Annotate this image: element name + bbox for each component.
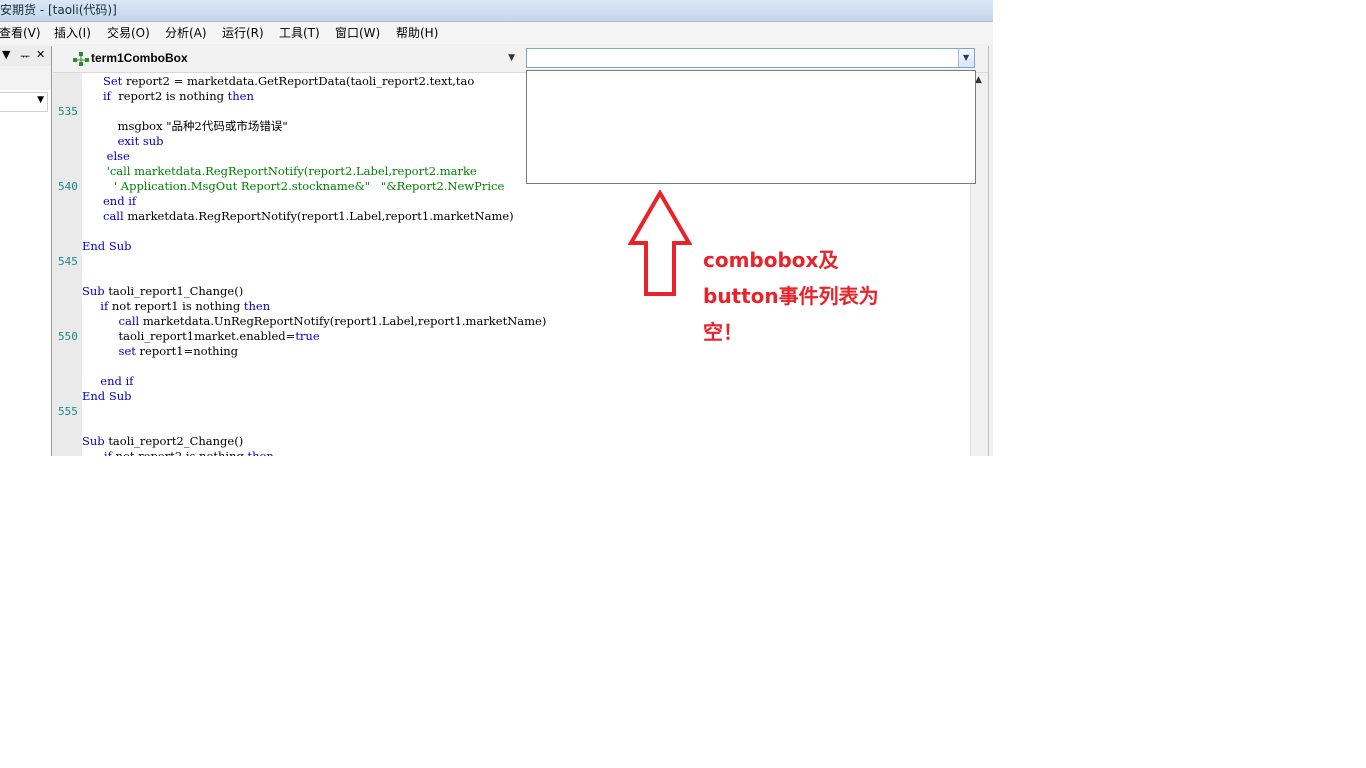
- menu-help[interactable]: 帮助(H): [394, 22, 440, 44]
- line-number: 545: [58, 255, 78, 268]
- code-token: End Sub: [82, 239, 132, 253]
- code-token: report2 is nothing: [114, 89, 228, 103]
- menu-view[interactable]: 查看(V): [0, 22, 43, 44]
- code-token: else: [103, 149, 130, 163]
- code-token: if: [82, 299, 112, 313]
- code-line: ' Application.MsgOut Report2.stockname&"…: [103, 179, 504, 194]
- annotation-line: combobox及: [703, 248, 839, 272]
- code-token: marketdata.RegReportNotify(report1.Label…: [127, 209, 514, 223]
- menu-run[interactable]: 运行(R): [220, 22, 266, 44]
- code-token: taoli_report1market.enabled=: [82, 329, 296, 343]
- procedure-combo-dropdown-button[interactable]: ▼: [958, 49, 974, 67]
- pin-icon[interactable]: ᅲ: [20, 48, 30, 64]
- left-panel: ▼ ᅲ ✕ ▼: [0, 46, 52, 456]
- code-token: not report2 is nothing: [115, 449, 248, 456]
- code-token: Sub: [82, 434, 109, 448]
- scroll-up-icon[interactable]: ▲: [975, 75, 982, 85]
- procedure-combo[interactable]: ▼: [526, 48, 975, 68]
- control-icon: [73, 52, 89, 66]
- code-token: report2 = marketdata.GetReportData(taoli…: [125, 74, 475, 88]
- object-combo[interactable]: term1ComboBox ▼: [73, 48, 518, 70]
- close-icon[interactable]: ✕: [36, 48, 45, 61]
- code-line: end if: [82, 374, 133, 389]
- code-token: taoli_report1_Change(): [108, 284, 244, 298]
- code-token: then: [247, 449, 274, 456]
- code-token: call: [103, 209, 128, 223]
- code-token: msgbox "品种2代码或市场错误": [103, 119, 288, 133]
- code-token: end if: [82, 374, 134, 388]
- panel-toolbar: [0, 66, 51, 90]
- code-token: end if: [103, 194, 137, 208]
- code-line: else: [103, 149, 130, 164]
- code-line: call marketdata.UnRegReportNotify(report…: [82, 314, 547, 329]
- code-token: report1=nothing: [139, 344, 239, 358]
- code-line: msgbox "品种2代码或市场错误": [103, 119, 288, 134]
- panel-menu-icon[interactable]: ▼: [2, 48, 10, 61]
- title-bar: 安期货 - [taoli(代码)]: [0, 0, 993, 22]
- code-token: set: [82, 344, 140, 358]
- code-token: Set: [103, 74, 126, 88]
- annotation-line: 空！: [703, 320, 743, 344]
- screenshot-region: 安期货 - [taoli(代码)] 查看(V) 插入(I) 交易(O) 分析(A…: [0, 0, 993, 456]
- code-token: End Sub: [82, 389, 132, 403]
- code-token: taoli_report2_Change(): [108, 434, 244, 448]
- code-token: ' Application.MsgOut Report2.stockname&"…: [103, 179, 505, 193]
- chevron-down-icon: ▼: [508, 53, 515, 63]
- code-line: end if: [103, 194, 136, 209]
- code-line: if not report1 is nothing then: [82, 299, 270, 314]
- code-line: Sub taoli_report2_Change(): [82, 434, 243, 449]
- menu-trade[interactable]: 交易(O): [105, 22, 152, 44]
- window-edge: [988, 46, 993, 456]
- menu-window[interactable]: 窗口(W): [333, 22, 382, 44]
- code-token: then: [243, 299, 271, 313]
- code-line: set report1=nothing: [82, 344, 238, 359]
- code-token: if: [103, 89, 115, 103]
- menu-tools[interactable]: 工具(T): [277, 22, 322, 44]
- menu-insert[interactable]: 插入(I): [52, 22, 93, 44]
- procedure-dropdown-list[interactable]: [526, 70, 976, 184]
- code-line: if not report2 is nothing then: [82, 449, 274, 456]
- code-token: marketdata.UnRegReportNotify(report1.Lab…: [142, 314, 547, 328]
- object-combo-value: term1ComboBox: [91, 51, 188, 65]
- window-title: 安期货 - [taoli(代码)]: [0, 3, 117, 17]
- code-line: exit sub: [103, 134, 164, 149]
- code-token: true: [295, 329, 320, 343]
- line-number: 535: [58, 105, 78, 118]
- code-token: 'call marketdata.RegReportNotify(report2…: [103, 164, 477, 178]
- menu-analysis[interactable]: 分析(A): [163, 22, 209, 44]
- chevron-down-icon: ▼: [37, 95, 44, 105]
- line-number: 555: [58, 405, 78, 418]
- code-token: exit sub: [103, 134, 164, 148]
- line-number: 550: [58, 330, 78, 343]
- code-line: Sub taoli_report1_Change(): [82, 284, 243, 299]
- code-token: Sub: [82, 284, 109, 298]
- code-line: call marketdata.RegReportNotify(report1.…: [103, 209, 514, 224]
- chevron-down-icon: ▼: [963, 53, 970, 62]
- code-token: if: [82, 449, 116, 456]
- annotation-note: combobox及 button事件列表为 空！: [703, 242, 933, 350]
- code-token: call: [82, 314, 143, 328]
- up-arrow-annotation: [628, 190, 692, 296]
- line-number: 540: [58, 180, 78, 193]
- annotation-line: button事件列表为: [703, 284, 879, 308]
- code-token: then: [227, 89, 254, 103]
- code-line: End Sub: [82, 389, 131, 404]
- code-line: if report2 is nothing then: [103, 89, 254, 104]
- code-token: not report1 is nothing: [111, 299, 244, 313]
- code-line: End Sub: [82, 239, 131, 254]
- code-line: Set report2 = marketdata.GetReportData(t…: [103, 74, 474, 89]
- menu-bar: 查看(V) 插入(I) 交易(O) 分析(A) 运行(R) 工具(T) 窗口(W…: [0, 22, 993, 44]
- code-line: taoli_report1market.enabled=true: [82, 329, 320, 344]
- panel-header: ▼ ᅲ ✕: [0, 46, 51, 67]
- code-line: 'call marketdata.RegReportNotify(report2…: [103, 164, 477, 179]
- panel-combo[interactable]: ▼: [0, 92, 48, 112]
